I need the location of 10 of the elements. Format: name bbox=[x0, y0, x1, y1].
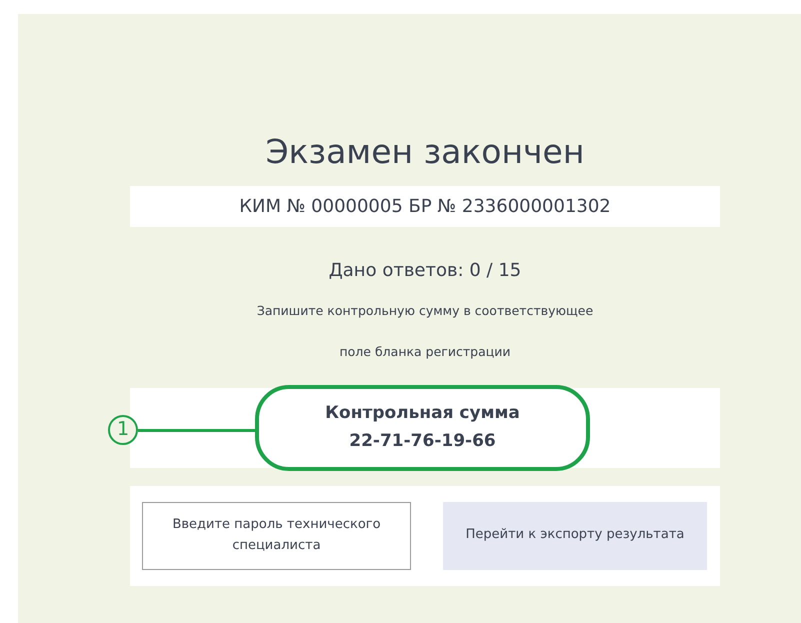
instruction-text: поле бланка регистрации bbox=[338, 342, 512, 361]
checksum-label: Контрольная сумма bbox=[325, 402, 520, 426]
instruction-text: Запишите контрольную сумму в соответствующее bbox=[256, 302, 594, 320]
checksum-value: 22-71-76-19-66 bbox=[349, 430, 496, 453]
password-button[interactable]: Введите пароль технического специалиста bbox=[142, 502, 411, 570]
identifiers-bar: КИМ № 00000005 БР № 2336000001302 bbox=[130, 186, 720, 227]
answers-count: Дано ответов: 0 / 15 bbox=[328, 258, 522, 283]
export-button[interactable]: Перейти к экспорту результата bbox=[443, 502, 707, 570]
page-title: Экзамен закончен bbox=[264, 132, 586, 172]
callout-number: 1 bbox=[108, 414, 138, 445]
